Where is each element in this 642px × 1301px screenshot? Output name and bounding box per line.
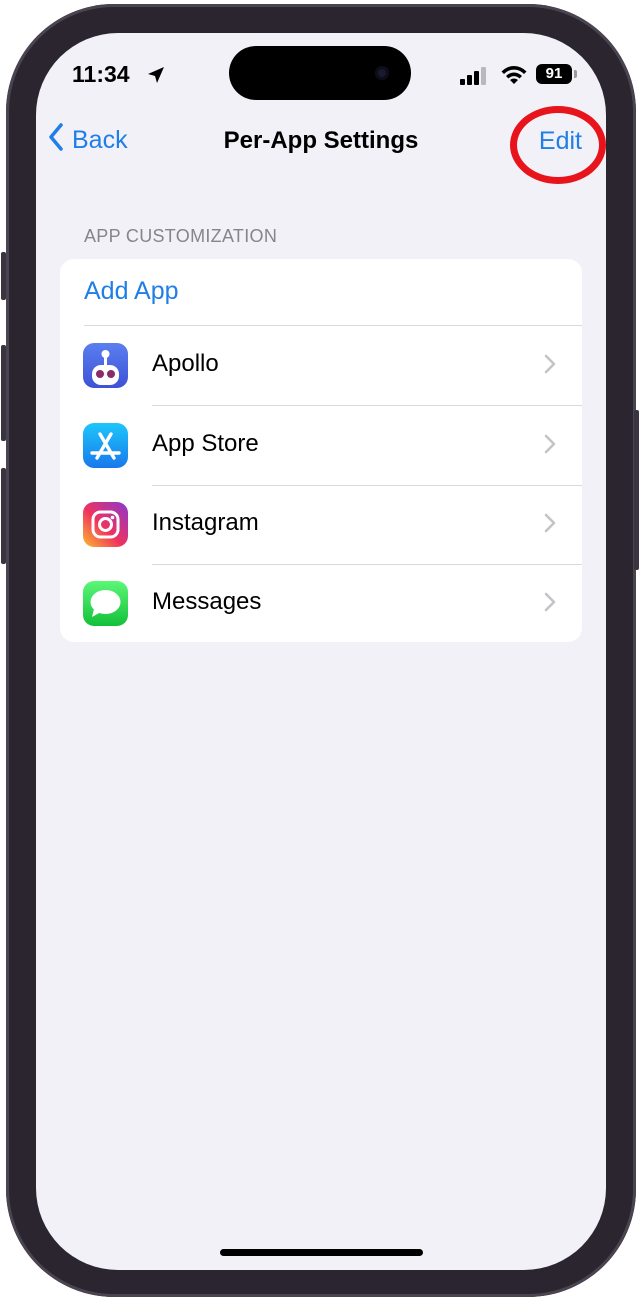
app-label: App Store	[152, 430, 259, 457]
section-header: APP CUSTOMIZATION	[84, 226, 278, 246]
volume-up-button	[1, 345, 6, 441]
home-indicator[interactable]	[220, 1249, 423, 1256]
add-app-button[interactable]: Add App	[84, 277, 179, 306]
battery-indicator: 91	[536, 64, 572, 84]
app-list-card: Add App Apollo App Store Instagram Messa…	[60, 259, 582, 642]
chevron-right-icon	[544, 354, 556, 379]
list-item-apollo[interactable]: Apollo	[60, 326, 582, 405]
wifi-icon	[500, 64, 528, 91]
instagram-icon	[83, 502, 128, 547]
highlight-circle	[510, 106, 606, 184]
list-item-instagram[interactable]: Instagram	[60, 485, 582, 564]
chevron-right-icon	[544, 592, 556, 617]
list-item-app-store[interactable]: App Store	[60, 406, 582, 485]
app-store-icon	[83, 423, 128, 468]
location-arrow-icon	[146, 65, 166, 90]
power-button	[634, 410, 639, 570]
front-camera	[375, 66, 389, 80]
chevron-right-icon	[544, 513, 556, 538]
messages-icon	[83, 581, 128, 626]
list-item-messages[interactable]: Messages	[60, 564, 582, 642]
apollo-icon	[83, 343, 128, 388]
volume-down-button	[1, 468, 6, 564]
battery-cap	[574, 70, 577, 78]
app-label: Instagram	[152, 509, 259, 536]
dynamic-island	[229, 46, 411, 100]
screen: 11:34 91 Back Per-App Settings Edit APP …	[36, 33, 606, 1270]
chevron-right-icon	[544, 434, 556, 459]
app-label: Messages	[152, 588, 262, 615]
action-button	[1, 252, 6, 300]
status-time: 11:34	[72, 61, 130, 87]
cellular-signal-icon	[460, 67, 488, 90]
app-label: Apollo	[152, 350, 219, 377]
